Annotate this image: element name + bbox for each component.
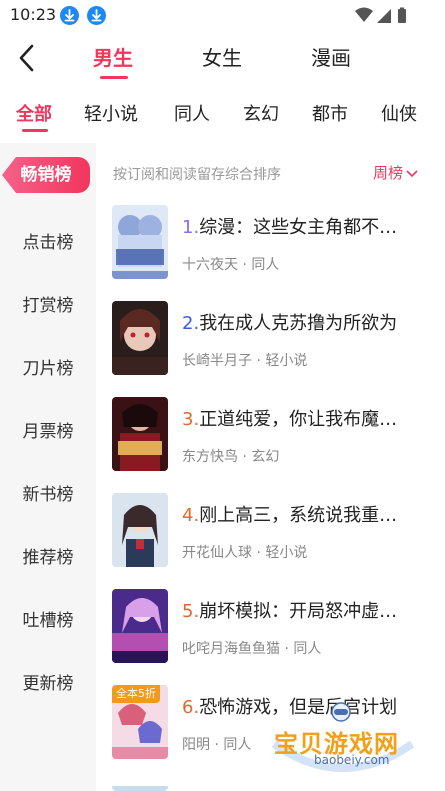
book-list-item[interactable]: 5.崩坏模拟：开局怒冲虚… 叱咤月海鱼鱼猫 · 同人 <box>112 589 432 669</box>
site-watermark: 宝贝游戏网 baobeiy.com <box>268 700 418 778</box>
category-tab-light-novel[interactable]: 轻小说 <box>84 100 138 126</box>
book-title-text: 综漫：这些女主角都不… <box>199 217 398 238</box>
book-cover-image <box>112 493 168 567</box>
rank-number: 1. <box>182 217 200 238</box>
book-author-genre: 长崎半月子 · 轻小说 <box>182 353 308 369</box>
rank-number: 5. <box>182 601 200 622</box>
sidebar-item-monthly-votes[interactable]: 月票榜 <box>0 417 96 442</box>
rank-number: 6. <box>182 697 200 718</box>
tab-comics[interactable]: 漫画 <box>311 42 351 71</box>
system-icons <box>355 7 411 29</box>
download-icon <box>87 6 106 25</box>
sidebar-item-bestseller[interactable]: 畅销榜 <box>2 157 90 193</box>
book-list-item[interactable]: 4.刚上高三，系统说我重… 开花仙人球 · 轻小说 <box>112 493 432 573</box>
book-author-genre: 东方快鸟 · 玄幻 <box>182 449 280 465</box>
period-dropdown[interactable]: 周榜 <box>373 162 418 183</box>
period-label: 周榜 <box>373 164 404 182</box>
book-title-text: 崩坏模拟：开局怒冲虚… <box>199 601 398 622</box>
book-list-item[interactable]: 2.我在成人克苏撸为所欲为 长崎半月子 · 轻小说 <box>112 301 432 381</box>
book-list-item[interactable] <box>112 781 432 791</box>
sidebar-item-label: 畅销榜 <box>20 165 72 185</box>
book-author-genre: 开花仙人球 · 轻小说 <box>182 545 308 561</box>
category-tab-urban[interactable]: 都市 <box>312 100 348 126</box>
watermark-url: baobeiy.com <box>314 753 390 767</box>
book-title-text: 刚上高三，系统说我重… <box>199 505 398 526</box>
sidebar-item-updates[interactable]: 更新榜 <box>0 669 96 694</box>
back-button[interactable] <box>14 41 44 75</box>
category-tab-all[interactable]: 全部 <box>16 100 52 126</box>
back-arrow-icon <box>19 44 34 72</box>
category-tab-fanfic[interactable]: 同人 <box>174 100 210 126</box>
battery-icon <box>398 9 406 23</box>
book-author-genre: 十六夜天 · 同人 <box>182 257 280 273</box>
book-cover-image <box>112 781 168 791</box>
sidebar-item-new-books[interactable]: 新书榜 <box>0 480 96 505</box>
sidebar-item-rants[interactable]: 吐槽榜 <box>0 606 96 631</box>
book-title: 5.崩坏模拟：开局怒冲虚… <box>182 597 432 623</box>
sidebar-item-tips[interactable]: 打赏榜 <box>0 291 96 316</box>
book-cover-image <box>112 205 168 279</box>
book-title: 1.综漫：这些女主角都不… <box>182 213 432 239</box>
rank-number: 2. <box>182 313 200 334</box>
rank-number: 3. <box>182 409 200 430</box>
category-tab-xianxia[interactable]: 仙侠 <box>381 100 417 126</box>
book-title: 2.我在成人克苏撸为所欲为 <box>182 309 432 335</box>
book-cover-image <box>112 589 168 663</box>
cellular-icon <box>377 9 391 23</box>
book-title: 3.正道纯爱，你让我布魔… <box>182 405 432 431</box>
status-bar: 10:23 <box>0 0 445 30</box>
sidebar-item-recommend[interactable]: 推荐榜 <box>0 543 96 568</box>
book-author-genre: 阳明 · 同人 <box>182 737 252 753</box>
book-title: 4.刚上高三，系统说我重… <box>182 501 432 527</box>
rank-number: 4. <box>182 505 200 526</box>
chevron-down-icon <box>406 169 418 177</box>
book-cover-image: 全本5折 <box>112 685 168 759</box>
discount-badge: 全本5折 <box>112 685 160 703</box>
sidebar-item-clicks[interactable]: 点击榜 <box>0 228 96 253</box>
sidebar-item-blades[interactable]: 刀片榜 <box>0 354 96 379</box>
book-list-item[interactable]: 3.正道纯爱，你让我布魔… 东方快鸟 · 玄幻 <box>112 397 432 477</box>
book-cover-image <box>112 301 168 375</box>
book-title-text: 我在成人克苏撸为所欲为 <box>199 313 398 334</box>
tab-male[interactable]: 男生 <box>93 42 133 71</box>
book-author-genre: 叱咤月海鱼鱼猫 · 同人 <box>182 641 322 657</box>
category-tab-fantasy[interactable]: 玄幻 <box>243 100 279 126</box>
tab-female[interactable]: 女生 <box>202 42 242 71</box>
download-icon <box>60 6 79 25</box>
book-title-text: 正道纯爱，你让我布魔… <box>199 409 398 430</box>
sort-description: 按订阅和阅读留存综合排序 <box>113 167 281 183</box>
book-list-item[interactable]: 1.综漫：这些女主角都不… 十六夜天 · 同人 <box>112 205 432 285</box>
active-category-indicator <box>22 129 48 132</box>
active-tab-indicator <box>100 76 128 79</box>
status-time: 10:23 <box>10 5 57 24</box>
wifi-icon <box>355 7 373 22</box>
book-cover-image <box>112 397 168 471</box>
